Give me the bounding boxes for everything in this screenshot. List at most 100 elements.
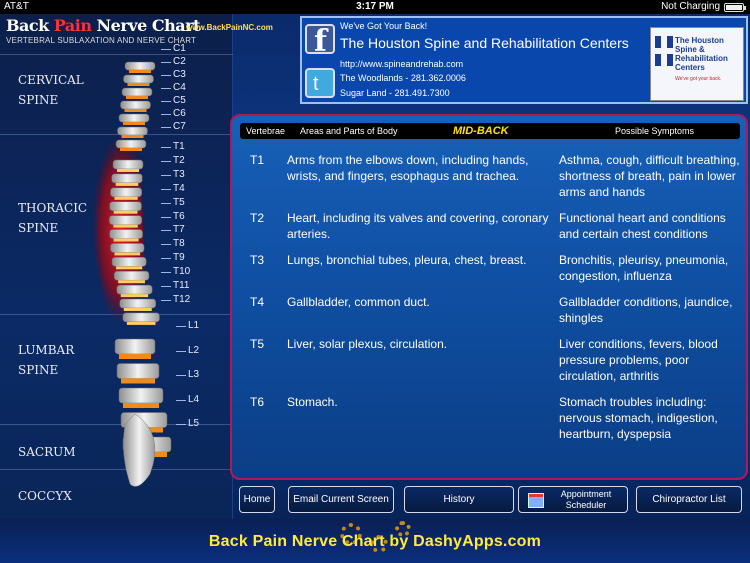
vertebra-t7[interactable] (110, 243, 145, 253)
vertebra-c1[interactable] (124, 61, 156, 71)
vertebra-label-c3[interactable]: C3 (161, 69, 186, 80)
vertebra-t5[interactable] (109, 215, 142, 225)
vertebra-l3[interactable] (118, 387, 164, 404)
vertebra-label-l5[interactable]: L5 (175, 418, 199, 429)
table-row[interactable]: T6 Stomach. Stomach troubles including: … (232, 394, 746, 442)
vertebra-label-t10[interactable]: T10 (160, 266, 190, 277)
chiropractor-list-button[interactable]: Chiropractor List (636, 486, 742, 513)
disc-l2 (121, 378, 155, 384)
col-symptoms: Possible Symptoms (615, 126, 695, 136)
vertebra-label-c5[interactable]: C5 (161, 95, 186, 106)
disc-l3 (123, 403, 159, 408)
disc-t1 (117, 169, 139, 172)
vertebra-t10[interactable] (116, 284, 153, 295)
table-row[interactable]: T2 Heart, including its valves and cover… (232, 210, 746, 242)
vertebra-label-l4[interactable]: L4 (175, 394, 199, 405)
vertebra-t12[interactable] (122, 312, 160, 323)
vertebra-t1[interactable] (112, 159, 144, 170)
history-button[interactable]: History (404, 486, 514, 513)
sponsor-banner[interactable]: f t We've Got Your Back! The Houston Spi… (300, 16, 748, 104)
column-header: Vertebrae Areas and Parts of Body MID-BA… (240, 123, 740, 139)
section-title: MID-BACK (453, 125, 509, 137)
vertebra-label-l1[interactable]: L1 (175, 320, 199, 331)
facebook-icon[interactable]: f (305, 24, 335, 59)
vertebra-label-t12[interactable]: T12 (160, 294, 190, 305)
footer-credit[interactable]: Back Pain Nerve Chart by DashyApps.com (0, 533, 750, 551)
disc-c6 (121, 135, 144, 138)
table-row[interactable]: T1 Arms from the elbows down, including … (232, 152, 746, 200)
vertebra-c2[interactable] (123, 74, 154, 84)
sponsor-name: The Houston Spine and Rehabilitation Cen… (340, 35, 629, 51)
vertebra-label-l2[interactable]: L2 (175, 345, 199, 356)
spine-panel: Back Pain Nerve Chart VERTEBRAL SUBLAXAT… (0, 14, 273, 534)
sponsor-phone-sugarland[interactable]: Sugar Land - 281.491.7300 (340, 88, 450, 98)
vertebra-label-t5[interactable]: T5 (161, 197, 185, 208)
disc-t4 (113, 210, 138, 214)
disc-c2 (127, 83, 150, 86)
vertebra-label-t1[interactable]: T1 (161, 141, 185, 152)
disc-c3 (126, 96, 148, 99)
vertebra-t8[interactable] (111, 257, 147, 267)
vertebra-label-t2[interactable]: T2 (161, 155, 185, 166)
vertebra-l2[interactable] (116, 363, 160, 379)
vertebra-t11[interactable] (119, 298, 156, 309)
table-row[interactable]: T5 Liver, solar plexus, circulation. Liv… (232, 336, 746, 384)
vertebra-c6[interactable] (117, 126, 148, 136)
sponsor-website[interactable]: http://www.spineandrehab.com (340, 59, 463, 69)
disc-t11 (123, 308, 152, 311)
table-row[interactable]: T3 Lungs, bronchial tubes, pleura, chest… (232, 252, 746, 284)
disc-c7 (120, 148, 142, 151)
app-subtitle: VERTEBRAL SUBLAXATION AND NERVE CHART (6, 36, 197, 45)
vertebra-table[interactable]: T1 Arms from the elbows down, including … (232, 152, 746, 452)
vertebra-c4[interactable] (120, 100, 151, 110)
logo-mark-icon (655, 36, 673, 66)
region-lumbar[interactable]: LUMBAR SPINE (18, 340, 74, 380)
region-coccyx[interactable]: COCCYX (18, 486, 72, 506)
disc-t10 (120, 294, 149, 298)
vertebra-label-t9[interactable]: T9 (161, 252, 185, 263)
email-screen-button[interactable]: Email Current Screen (288, 486, 394, 513)
sponsor-logo: The Houston Spine & Rehabilitation Cente… (650, 27, 744, 101)
vertebra-l1[interactable] (114, 338, 156, 355)
vertebra-label-l3[interactable]: L3 (175, 369, 199, 380)
vertebra-label-c4[interactable]: C4 (161, 82, 186, 93)
disc-t6 (113, 238, 139, 242)
disc-t12 (126, 321, 156, 325)
appointment-scheduler-button[interactable]: Appointment Scheduler (518, 486, 628, 513)
disc-l1 (119, 354, 151, 359)
vertebra-label-t8[interactable]: T8 (161, 238, 185, 249)
region-sacrum[interactable]: SACRUM (18, 442, 76, 462)
vertebra-t4[interactable] (109, 201, 142, 211)
vertebra-label-t3[interactable]: T3 (161, 169, 185, 180)
disc-t9 (118, 280, 145, 284)
vertebra-label-c1[interactable]: C1 (161, 43, 186, 54)
vertebra-t3[interactable] (110, 187, 142, 198)
vertebra-t2[interactable] (111, 173, 143, 184)
vertebra-label-c6[interactable]: C6 (161, 108, 186, 119)
disc-t8 (116, 266, 143, 270)
charging-status: Not Charging (661, 1, 720, 12)
vertebra-label-t4[interactable]: T4 (161, 183, 185, 194)
sponsor-phone-woodlands[interactable]: The Woodlands - 281.362.0006 (340, 73, 466, 83)
vertebra-label-t6[interactable]: T6 (161, 211, 185, 222)
region-thoracic[interactable]: THORACIC SPINE (18, 198, 87, 238)
vertebra-label-t7[interactable]: T7 (161, 224, 185, 235)
table-row[interactable]: T4 Gallbladder, common duct. Gallbladder… (232, 294, 746, 326)
twitter-icon[interactable]: t (305, 68, 335, 98)
vertebra-c7[interactable] (115, 139, 147, 149)
vertebra-t6[interactable] (109, 229, 143, 239)
vertebra-c3[interactable] (121, 87, 153, 97)
vertebra-label-c2[interactable]: C2 (161, 56, 186, 67)
disc-c1 (129, 70, 151, 73)
vertebra-t9[interactable] (113, 270, 150, 281)
home-button[interactable]: Home (239, 486, 275, 513)
vertebra-label-t11[interactable]: T11 (161, 280, 190, 291)
battery-icon (724, 3, 746, 12)
region-cervical[interactable]: CERVICAL SPINE (18, 70, 84, 110)
app-url[interactable]: www.BackPainNC.com (186, 23, 273, 32)
app-title: Back Pain Nerve Chart (6, 16, 200, 35)
disc-t3 (114, 196, 138, 200)
content-panel[interactable]: Vertebrae Areas and Parts of Body MID-BA… (230, 114, 748, 480)
vertebra-c5[interactable] (118, 113, 150, 123)
vertebra-label-c7[interactable]: C7 (161, 121, 186, 132)
